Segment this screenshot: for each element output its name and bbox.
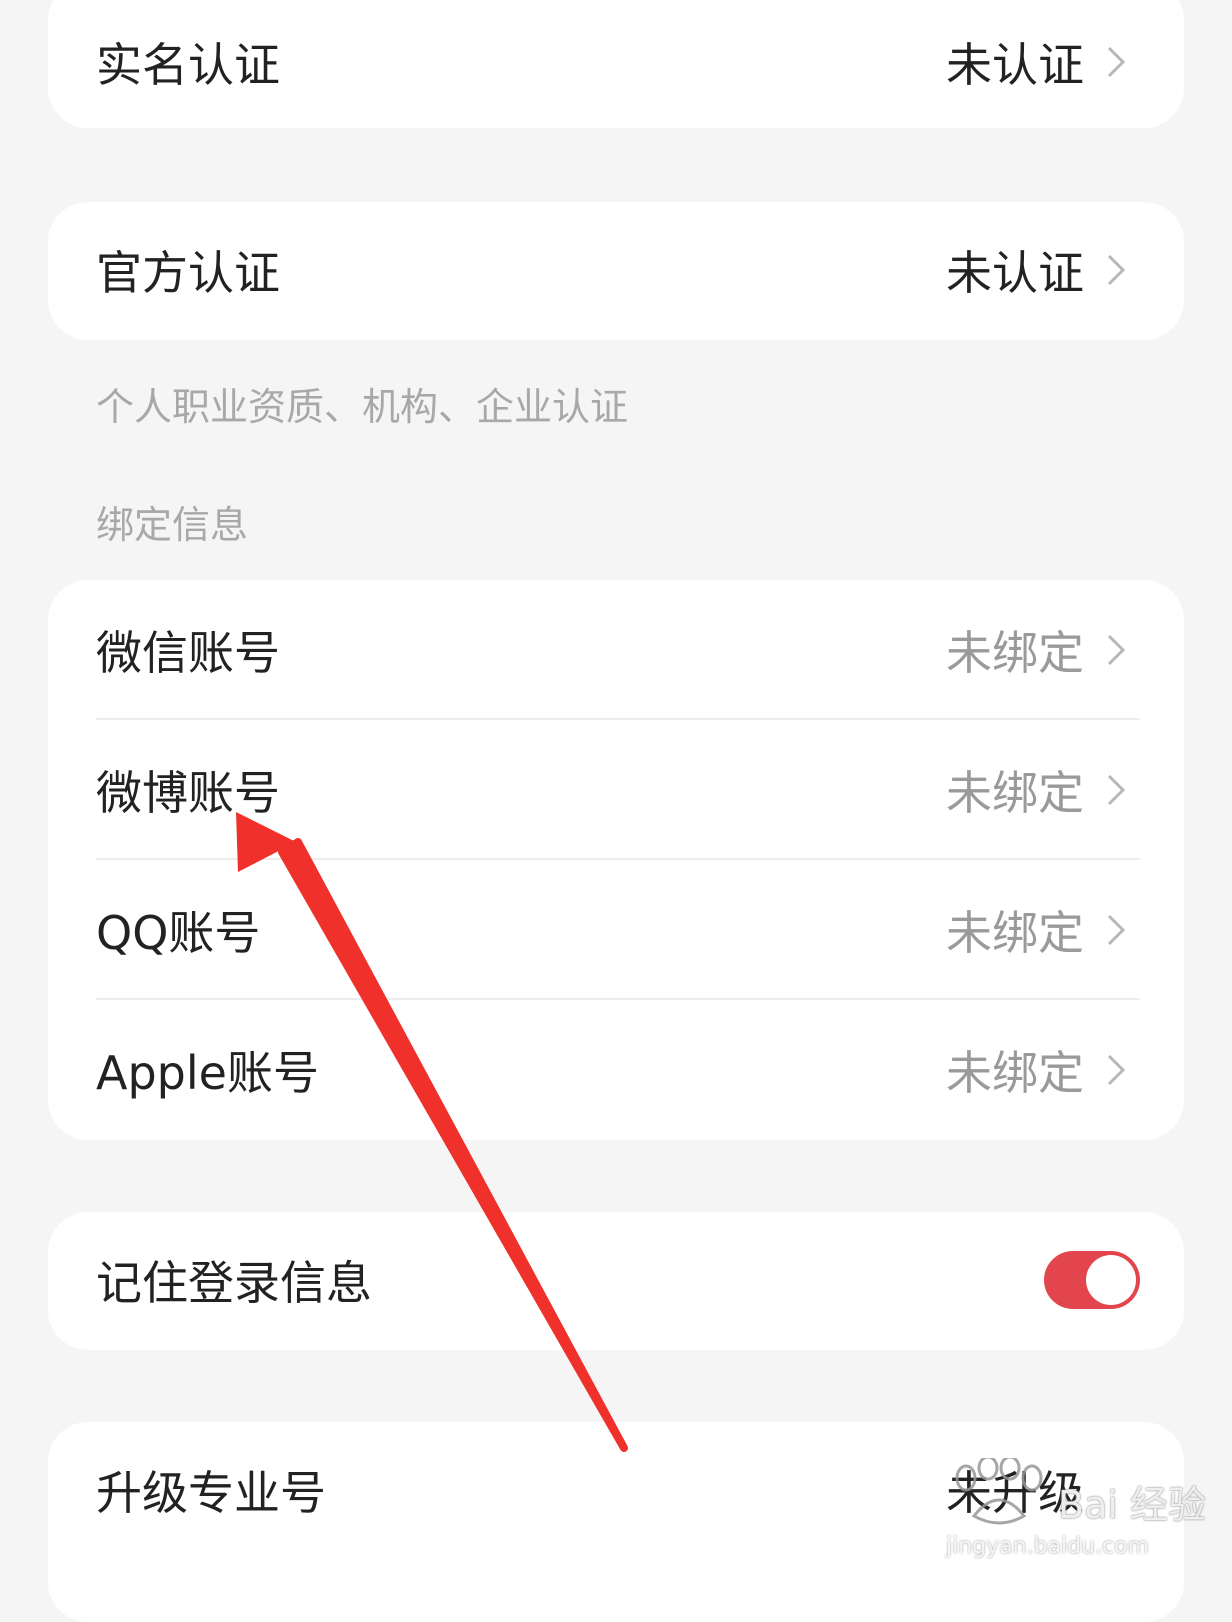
remember-login-row: 记住登录信息: [48, 1210, 1184, 1350]
official-label: 官方认证: [96, 246, 280, 300]
binding-row-wechat[interactable]: 微信账号 未绑定: [48, 580, 1184, 720]
binding-row-apple[interactable]: Apple账号 未绑定: [48, 1000, 1184, 1140]
wechat-status: 未绑定: [946, 626, 1084, 680]
remember-login-toggle[interactable]: [1044, 1251, 1140, 1309]
official-status: 未认证: [946, 246, 1084, 300]
chevron-right-icon: [1107, 254, 1126, 286]
chevron-right-icon: [1107, 774, 1126, 806]
binding-section-title: 绑定信息: [96, 503, 249, 547]
official-note: 个人职业资质、机构、企业认证: [96, 385, 629, 429]
binding-row-weibo[interactable]: 微博账号 未绑定: [48, 720, 1184, 860]
apple-label: Apple账号: [96, 1046, 319, 1100]
wechat-label: 微信账号: [96, 626, 280, 680]
real-name-row[interactable]: 实名认证 未认证: [48, 0, 1184, 132]
official-row[interactable]: 官方认证 未认证: [48, 200, 1184, 340]
chevron-right-icon: [1107, 46, 1126, 78]
qq-status: 未绑定: [946, 906, 1084, 960]
real-name-status: 未认证: [946, 38, 1084, 92]
weibo-label: 微博账号: [96, 766, 280, 820]
upgrade-label: 升级专业号: [96, 1466, 326, 1520]
qq-label: QQ账号: [96, 906, 261, 960]
binding-row-qq[interactable]: QQ账号 未绑定: [48, 860, 1184, 1000]
weibo-status: 未绑定: [946, 766, 1084, 820]
chevron-right-icon: [1107, 1054, 1126, 1086]
chevron-right-icon: [1107, 634, 1126, 666]
upgrade-status: 未升级: [946, 1466, 1084, 1520]
remember-login-label: 记住登录信息: [96, 1256, 372, 1310]
chevron-right-icon: [1107, 914, 1126, 946]
real-name-label: 实名认证: [96, 38, 280, 92]
apple-status: 未绑定: [946, 1046, 1084, 1100]
toggle-knob: [1086, 1255, 1136, 1305]
upgrade-row[interactable]: 升级专业号 未升级: [48, 1420, 1184, 1560]
